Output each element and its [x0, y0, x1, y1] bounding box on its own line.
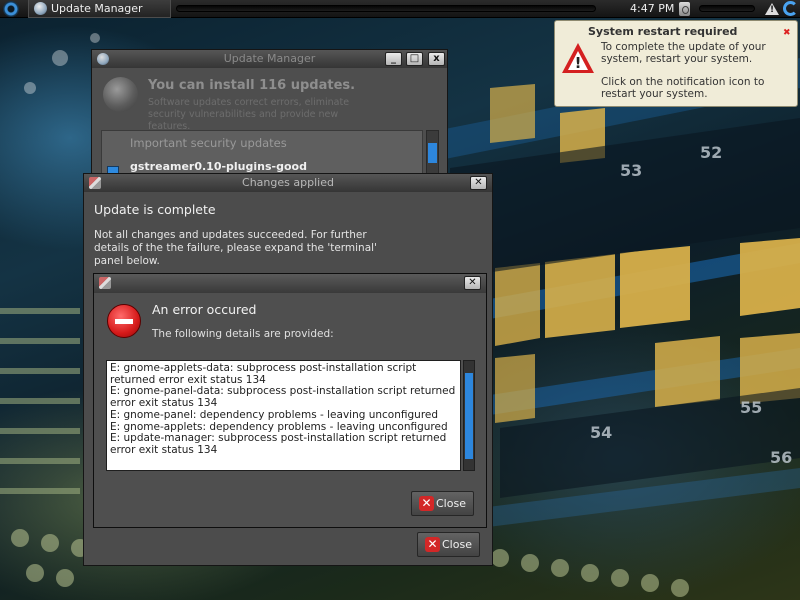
window-title-text: Changes applied	[242, 176, 334, 189]
scrollbar-thumb[interactable]	[428, 143, 437, 163]
close-button[interactable]: ✕ Close	[417, 532, 480, 557]
notification-line-1: To complete the update of your system, r…	[601, 41, 766, 65]
clock[interactable]: 4:47 PM	[630, 0, 674, 18]
close-icon: ✕	[425, 537, 440, 552]
close-icon[interactable]: ✖	[783, 29, 791, 38]
update-manager-icon	[97, 53, 109, 65]
error-dialog: ✕ An error occured The following details…	[93, 273, 487, 528]
restart-notification[interactable]: ! System restart required ✖ To complete …	[554, 20, 798, 107]
close-button[interactable]: x	[428, 52, 445, 66]
update-complete-description: Not all changes and updates succeeded. F…	[94, 229, 377, 267]
window-title: Changes applied ✕	[84, 174, 492, 192]
update-globe-icon	[103, 77, 138, 112]
menu-icon[interactable]	[3, 1, 19, 17]
close-button-label: Close	[436, 497, 466, 510]
close-button[interactable]: ✕	[470, 176, 487, 190]
error-icon	[107, 304, 141, 338]
error-subheading: The following details are provided:	[152, 328, 334, 340]
panel-separator	[176, 5, 596, 12]
window-title: Update Manager _ □ x	[92, 50, 447, 68]
svg-text:56: 56	[770, 448, 792, 467]
window-title-text: Update Manager	[223, 52, 316, 65]
update-manager-icon	[34, 2, 47, 15]
maximize-button[interactable]: □	[406, 52, 423, 66]
close-icon: ✕	[419, 496, 434, 511]
close-button[interactable]: ✕ Close	[411, 491, 474, 516]
taskbar-window-button[interactable]: Update Manager	[28, 0, 171, 18]
notification-body: To complete the update of your system, r…	[601, 41, 796, 111]
svg-text:53: 53	[620, 161, 642, 180]
updates-list-header: Important security updates	[130, 136, 287, 150]
package-icon	[89, 177, 101, 189]
updates-heading: You can install 116 updates.	[148, 78, 356, 93]
trash-icon[interactable]	[679, 2, 690, 16]
warning-icon[interactable]	[765, 3, 779, 15]
update-list-item[interactable]: gstreamer0.10-plugins-good	[130, 160, 307, 173]
svg-text:54: 54	[590, 423, 612, 442]
close-button[interactable]: ✕	[464, 276, 481, 290]
updates-description: Software updates correct errors, elimina…	[148, 97, 350, 132]
notification-line-2: Click on the notification icon to restar…	[601, 76, 765, 100]
update-complete-heading: Update is complete	[94, 202, 216, 217]
taskbar-window-label: Update Manager	[51, 2, 143, 15]
panel-separator-right	[699, 5, 755, 12]
window-title: ✕	[94, 274, 486, 293]
error-heading: An error occured	[152, 302, 257, 317]
close-button-label: Close	[442, 538, 472, 551]
package-icon	[99, 277, 111, 289]
minimize-button[interactable]: _	[385, 52, 402, 66]
exclamation-mark: !	[574, 54, 582, 72]
error-details-text[interactable]: E: gnome-applets-data: subprocess post-i…	[106, 360, 461, 471]
notification-title: System restart required	[588, 25, 738, 38]
top-panel: Update Manager 4:47 PM	[0, 0, 800, 18]
svg-text:52: 52	[700, 143, 722, 162]
svg-text:55: 55	[740, 398, 762, 417]
scrollbar-thumb[interactable]	[465, 373, 473, 459]
refresh-icon[interactable]	[783, 1, 798, 16]
